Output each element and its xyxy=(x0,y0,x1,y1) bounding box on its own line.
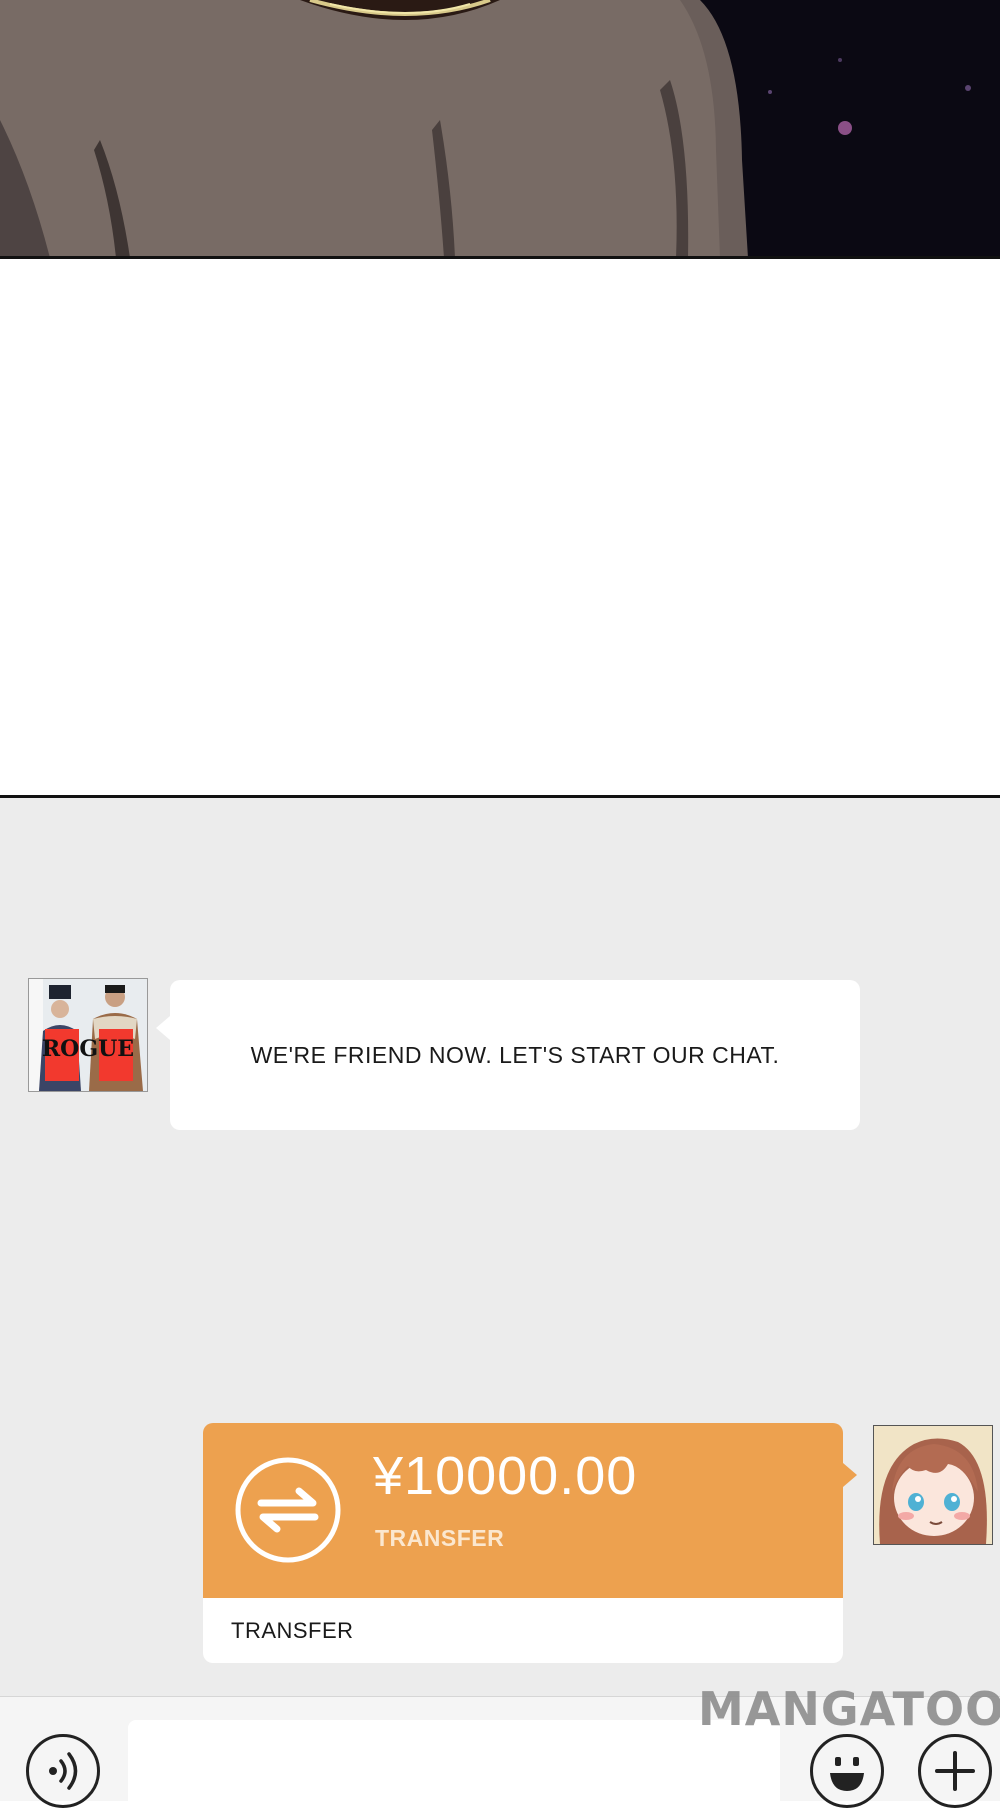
comic-panel-artwork xyxy=(0,0,1000,258)
voice-icon xyxy=(49,1752,78,1790)
plus-icon xyxy=(935,1751,975,1791)
friend-message-text: WE'RE FRIEND NOW. LET'S START OUR CHAT. xyxy=(250,1041,780,1068)
user-avatar[interactable] xyxy=(873,1425,993,1545)
emoji-button[interactable] xyxy=(810,1734,884,1808)
friend-avatar[interactable]: ROGUE xyxy=(28,978,148,1092)
comic-artwork-illustration xyxy=(0,0,1000,258)
message-input[interactable] xyxy=(128,1720,780,1810)
transfer-message-card[interactable]: ¥10000.00 TRANSFER TRANSFER xyxy=(203,1423,857,1663)
transfer-card-header: ¥10000.00 TRANSFER xyxy=(203,1423,857,1598)
mangatoon-watermark: MANGATOON xyxy=(698,1682,1000,1736)
transfer-amount: ¥10000.00 xyxy=(373,1446,638,1506)
friend-message-bubble[interactable]: WE'RE FRIEND NOW. LET'S START OUR CHAT. xyxy=(156,980,860,1130)
voice-button[interactable] xyxy=(26,1734,100,1808)
transfer-arrows-icon xyxy=(235,1457,341,1563)
transfer-type-label: TRANSFER xyxy=(375,1525,505,1551)
transfer-card-footer: TRANSFER xyxy=(203,1598,843,1663)
rogue-sign-text: ROGUE xyxy=(42,1036,134,1062)
transfer-footer-label: TRANSFER xyxy=(231,1618,354,1643)
more-options-button[interactable] xyxy=(918,1734,992,1808)
panel-gutter xyxy=(0,259,1000,795)
smiley-icon xyxy=(830,1757,864,1791)
user-avatar-illustration xyxy=(874,1426,992,1544)
friend-avatar-photo: ROGUE xyxy=(29,979,147,1091)
